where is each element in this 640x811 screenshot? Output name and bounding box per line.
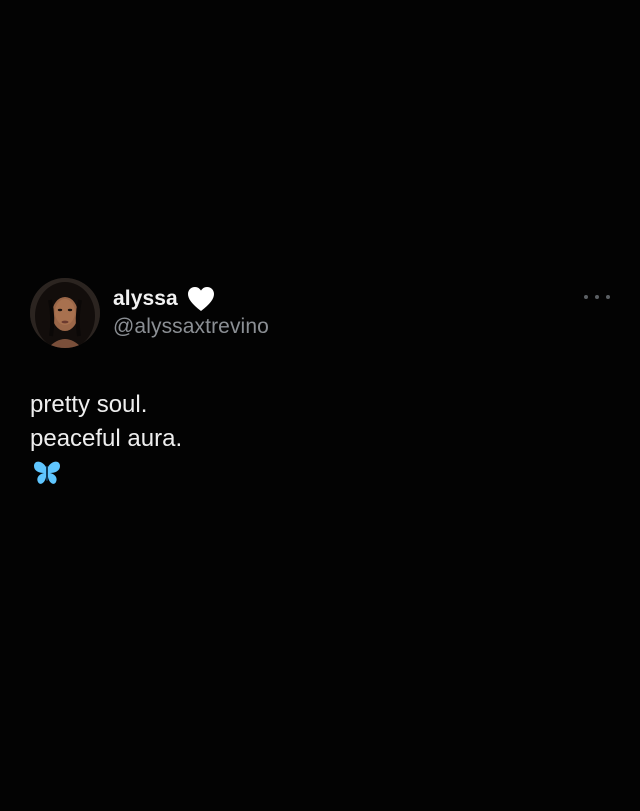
tweet-screenshot: alyssa @alyssaxtrevino pretty soul. peac… — [0, 0, 640, 811]
more-options-icon-dot — [595, 295, 599, 299]
avatar[interactable] — [30, 278, 100, 348]
white-heart-icon — [186, 285, 216, 313]
more-options-button[interactable] — [584, 290, 610, 304]
tweet-line-2: peaceful aura. — [30, 425, 183, 452]
user-handle[interactable]: @alyssaxtrevino — [113, 315, 269, 339]
display-name[interactable]: alyssa — [113, 287, 178, 311]
tweet-text: pretty soul. peaceful aura. — [30, 388, 182, 487]
tweet-card[interactable]: alyssa @alyssaxtrevino pretty soul. peac… — [0, 276, 640, 496]
more-options-icon-dot — [606, 295, 610, 299]
avatar-image — [30, 278, 100, 348]
name-row: alyssa — [113, 285, 216, 313]
more-options-icon — [584, 295, 588, 299]
blue-butterfly-icon — [32, 459, 62, 487]
tweet-line-1: pretty soul. — [30, 391, 148, 418]
